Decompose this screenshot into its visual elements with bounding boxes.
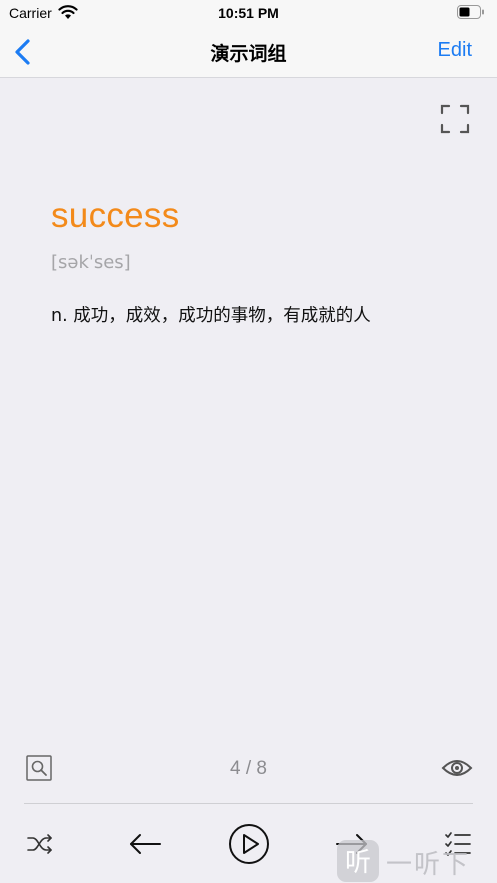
eye-icon[interactable] xyxy=(441,756,473,780)
definition-text: n. 成功，成效，成功的事物，有成就的人 xyxy=(51,306,371,326)
previous-button[interactable] xyxy=(128,831,162,857)
phonetic-text: [səkˈses] xyxy=(51,252,131,273)
progress-counter: 4 / 8 xyxy=(230,758,267,779)
watermark-text: 一听下载 xyxy=(386,850,471,880)
watermark-logo: 听 xyxy=(337,840,379,882)
toolbar-divider xyxy=(24,803,473,804)
status-time: 10:51 PM xyxy=(218,5,279,21)
watermark: 听 一听下载 xyxy=(337,838,497,883)
watermark-logo-glyph: 听 xyxy=(345,848,371,878)
battery-icon xyxy=(457,5,484,19)
word-text: success xyxy=(51,196,180,235)
edit-button[interactable]: Edit xyxy=(438,39,472,62)
play-button[interactable] xyxy=(228,823,270,865)
page-title: 演示词组 xyxy=(210,43,287,65)
svg-text:听: 听 xyxy=(345,848,371,878)
nav-bar: 演示词组 Edit xyxy=(0,26,497,78)
status-bar: Carrier 10:51 PM xyxy=(0,0,497,26)
shuffle-icon[interactable] xyxy=(26,832,54,856)
fullscreen-icon[interactable] xyxy=(440,104,470,134)
